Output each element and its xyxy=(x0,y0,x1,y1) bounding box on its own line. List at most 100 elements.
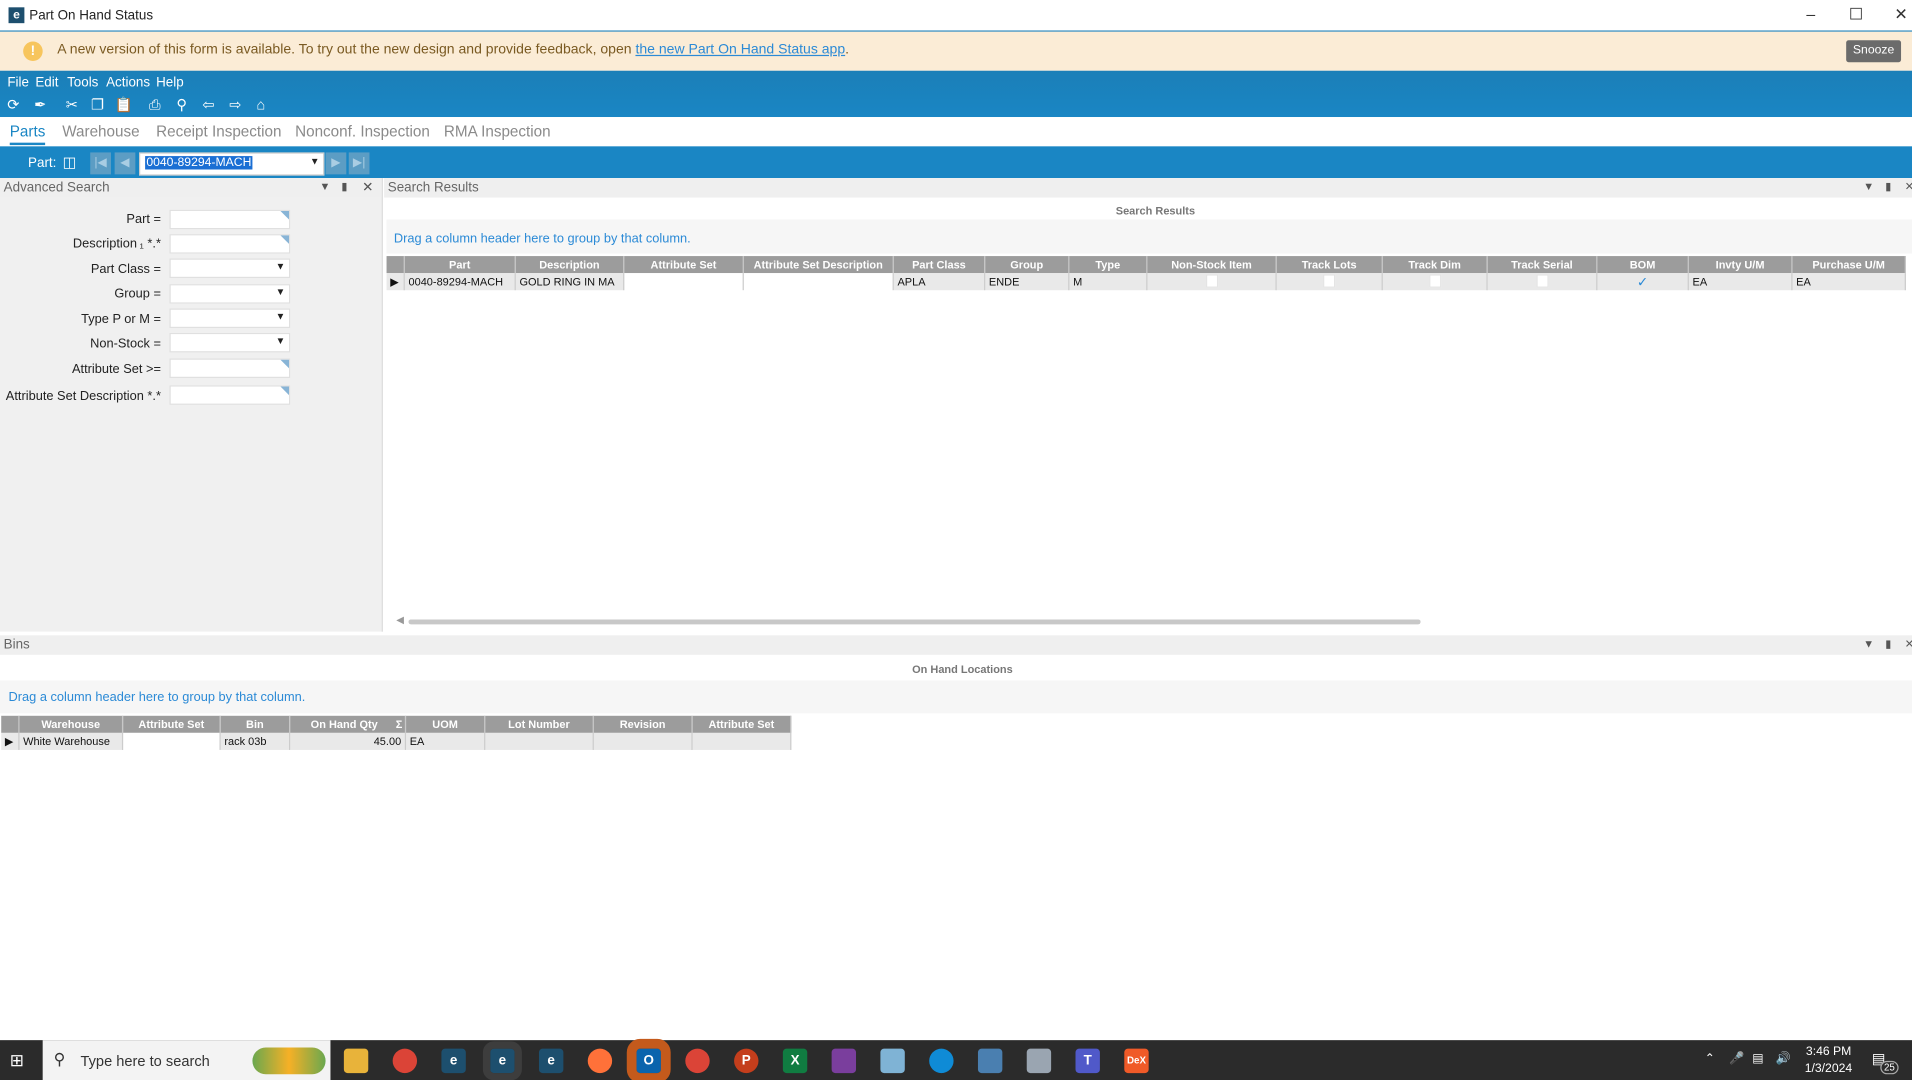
notepad-icon[interactable] xyxy=(880,1048,905,1074)
snip-icon[interactable] xyxy=(831,1048,857,1074)
teams-icon[interactable]: T xyxy=(1075,1048,1100,1074)
microphone-icon[interactable]: 🎤 xyxy=(1729,1052,1744,1065)
column-header[interactable]: Revision xyxy=(593,715,693,733)
last-record-button[interactable]: ▶| xyxy=(348,152,370,175)
track-lots-checkbox[interactable] xyxy=(1323,273,1336,288)
network-icon[interactable]: ▤ xyxy=(1752,1052,1764,1065)
clock-date[interactable]: 1/3/2024 xyxy=(1805,1062,1852,1075)
chrome-icon[interactable] xyxy=(392,1048,418,1074)
cell-type[interactable]: M xyxy=(1068,273,1148,291)
chevron-up-icon[interactable]: ⌃ xyxy=(1705,1052,1715,1065)
row-selector-icon[interactable]: ▶ xyxy=(386,273,405,291)
tab-parts[interactable]: Parts xyxy=(9,123,46,146)
snooze-button[interactable]: Snooze xyxy=(1846,40,1902,63)
cell-bin[interactable]: rack 03b xyxy=(220,732,291,750)
column-header[interactable]: Lot Number xyxy=(484,715,594,733)
powerpoint-icon[interactable]: P xyxy=(734,1048,759,1074)
column-header[interactable]: UOM xyxy=(405,715,486,733)
close-button[interactable]: ✕ xyxy=(1883,5,1912,25)
table-row[interactable]: ▶ White Warehouse rack 03b 45.00 EA xyxy=(1,732,792,750)
copy-icon[interactable]: ❐ xyxy=(89,96,106,113)
column-header[interactable]: Type xyxy=(1068,256,1148,274)
attribute-set-description-input[interactable] xyxy=(169,385,291,405)
cell-lot-number[interactable] xyxy=(484,732,594,750)
tab-rma-inspection[interactable]: RMA Inspection xyxy=(444,123,551,140)
calculator-icon[interactable] xyxy=(977,1048,1003,1074)
description-input[interactable] xyxy=(169,234,291,254)
column-header[interactable]: On Hand Qty Σ xyxy=(289,715,407,733)
cell-description[interactable]: GOLD RING IN MA xyxy=(515,273,625,291)
start-windows-icon[interactable]: ⊞ xyxy=(10,1050,24,1071)
non-stock-checkbox[interactable] xyxy=(1205,273,1218,288)
close-icon[interactable]: ✕ xyxy=(362,179,373,195)
column-header[interactable]: Purchase U/M xyxy=(1791,256,1906,274)
menu-actions[interactable]: Actions xyxy=(106,76,150,91)
file-explorer-icon[interactable] xyxy=(343,1048,369,1074)
epicor-active-icon[interactable]: e xyxy=(482,1041,522,1080)
group-select[interactable]: ▼ xyxy=(169,284,291,304)
chrome-profile-icon[interactable] xyxy=(685,1048,710,1074)
non-stock-select[interactable]: ▼ xyxy=(169,332,291,353)
cell-purchase-um[interactable]: EA xyxy=(1791,273,1906,291)
close-icon[interactable]: ✕ xyxy=(1905,180,1912,193)
cell-attribute-set-description[interactable] xyxy=(743,273,894,291)
taskbar-search-box[interactable]: ⚲ Type here to search xyxy=(42,1040,331,1080)
cell-uom[interactable]: EA xyxy=(405,732,486,750)
new-app-link[interactable]: the new Part On Hand Status app xyxy=(635,43,845,58)
cell-group[interactable]: ENDE xyxy=(984,273,1070,291)
minimize-button[interactable]: – xyxy=(1793,5,1830,25)
cut-icon[interactable]: ✂ xyxy=(63,96,80,113)
menu-tools[interactable]: Tools xyxy=(67,76,98,91)
print-icon[interactable]: ⎙ xyxy=(146,96,163,113)
pin-icon[interactable]: ▮ xyxy=(1885,638,1891,651)
cell-revision[interactable] xyxy=(593,732,693,750)
table-row[interactable]: ▶ 0040-89294-MACH GOLD RING IN MA APLA E… xyxy=(386,273,1906,291)
part-combobox[interactable]: 0040-89294-MACH ▼ xyxy=(139,152,325,176)
menu-help[interactable]: Help xyxy=(156,76,184,91)
part-class-select[interactable]: ▼ xyxy=(169,258,291,279)
column-header[interactable]: Attribute Set xyxy=(623,256,744,274)
chevron-down-icon[interactable]: ▼ xyxy=(1863,180,1874,192)
excel-icon[interactable]: X xyxy=(782,1048,808,1074)
column-header[interactable]: Track Dim xyxy=(1382,256,1488,274)
volume-icon[interactable]: 🔊 xyxy=(1775,1052,1790,1065)
column-header[interactable]: Part xyxy=(404,256,516,274)
refresh-icon[interactable]: ⟳ xyxy=(5,96,22,113)
edge-icon[interactable] xyxy=(929,1048,954,1074)
close-icon[interactable]: ✕ xyxy=(1905,638,1912,651)
chevron-down-icon[interactable]: ▼ xyxy=(310,156,320,167)
cell-warehouse[interactable]: White Warehouse xyxy=(18,732,124,750)
chevron-down-icon[interactable]: ▼ xyxy=(1863,638,1874,650)
firefox-icon[interactable] xyxy=(587,1048,613,1074)
bom-checkbox-checked[interactable]: ✓ xyxy=(1596,273,1689,291)
forward-icon[interactable]: ⇨ xyxy=(227,96,244,113)
row-selector-icon[interactable]: ▶ xyxy=(1,732,20,750)
cell-attribute-set[interactable] xyxy=(623,273,744,291)
clear-brush-icon[interactable]: ✒ xyxy=(32,96,49,113)
chevron-down-icon[interactable]: ▼ xyxy=(319,180,330,192)
type-select[interactable]: ▼ xyxy=(169,308,291,329)
clock-time[interactable]: 3:46 PM xyxy=(1806,1045,1851,1058)
epicor-icon[interactable]: e xyxy=(441,1048,466,1074)
first-record-button[interactable]: |◀ xyxy=(90,152,111,175)
cell-attribute-set-2[interactable] xyxy=(692,732,792,750)
column-header[interactable]: Attribute Set Description xyxy=(743,256,894,274)
epicor-icon[interactable]: e xyxy=(538,1048,564,1074)
back-icon[interactable]: ⇦ xyxy=(200,96,217,113)
column-header[interactable]: Warehouse xyxy=(18,715,124,733)
sum-icon[interactable]: Σ xyxy=(396,718,403,730)
cell-on-hand-qty[interactable]: 45.00 xyxy=(289,732,407,750)
tab-receipt-inspection[interactable]: Receipt Inspection xyxy=(156,123,281,140)
cell-invty-um[interactable]: EA xyxy=(1688,273,1793,291)
pin-icon[interactable]: ▮ xyxy=(1885,180,1891,193)
column-header[interactable]: Invty U/M xyxy=(1688,256,1793,274)
binoculars-search-icon[interactable]: ◫ xyxy=(61,154,78,171)
previous-record-button[interactable]: ◀ xyxy=(114,152,136,175)
paste-icon[interactable]: 📋 xyxy=(115,96,133,113)
maximize-button[interactable]: ☐ xyxy=(1838,5,1875,25)
column-header[interactable]: Part Class xyxy=(893,256,986,274)
attribute-set-input[interactable] xyxy=(169,358,291,379)
cell-part-class[interactable]: APLA xyxy=(893,273,986,291)
column-header[interactable]: Non-Stock Item xyxy=(1146,256,1277,274)
next-record-button[interactable]: ▶ xyxy=(325,152,347,175)
